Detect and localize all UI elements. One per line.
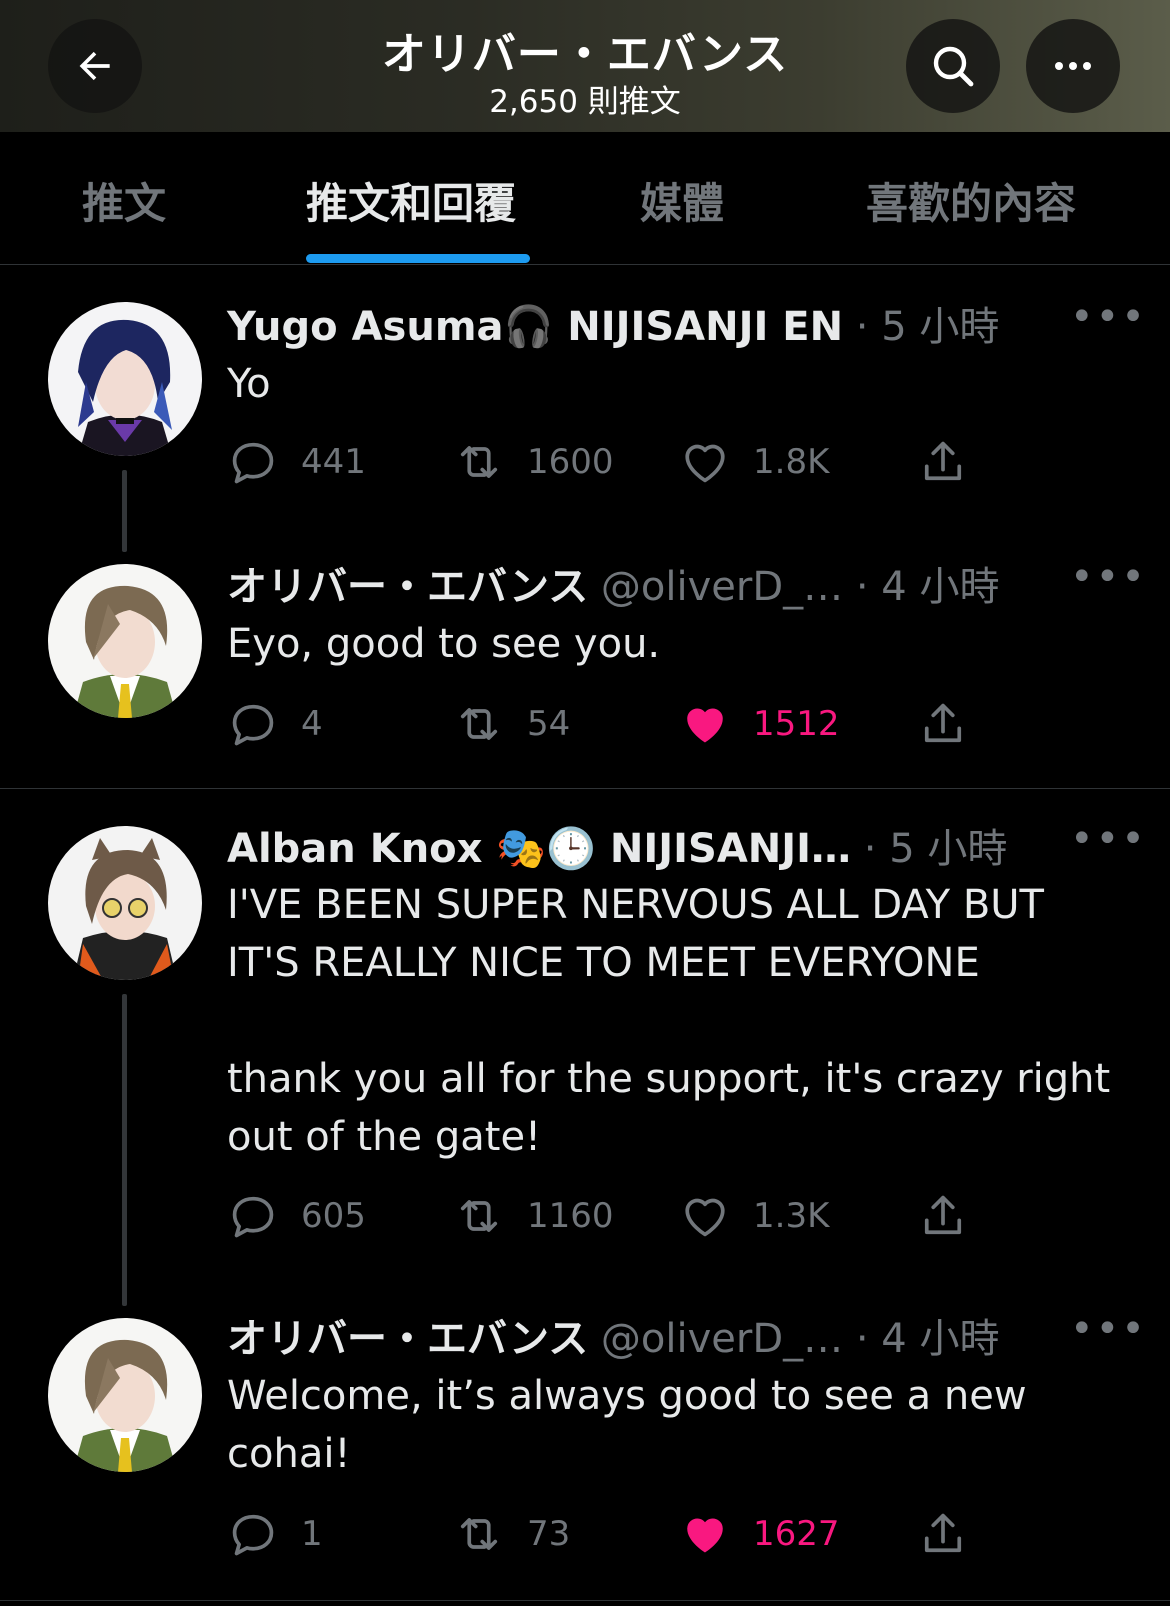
tweet-text: Yo xyxy=(227,361,271,407)
heart-icon xyxy=(679,1190,731,1242)
reply-button[interactable]: 1 xyxy=(227,1506,323,1562)
thread-divider xyxy=(0,1600,1170,1601)
display-name[interactable]: Alban Knox 🎭🕒 NIJISANJI… xyxy=(227,826,851,872)
tab-tweets-and-replies[interactable]: 推文和回覆 xyxy=(306,170,516,231)
thread-divider xyxy=(0,788,1170,789)
share-icon xyxy=(917,698,969,750)
heart-icon xyxy=(679,436,731,488)
search-icon xyxy=(933,46,974,87)
tweet-text: Welcome, it’s always good to see a new c… xyxy=(227,1373,1040,1477)
reply-count: 4 xyxy=(301,704,323,744)
display-name[interactable]: オリバー・エバンス xyxy=(227,1316,588,1362)
retweet-icon xyxy=(453,1190,505,1242)
thread-line xyxy=(122,994,127,1306)
reply-button[interactable]: 605 xyxy=(227,1188,366,1244)
avatar-oliver[interactable] xyxy=(48,564,202,718)
retweet-count: 1160 xyxy=(527,1196,614,1236)
like-button[interactable]: 1512 xyxy=(679,696,840,752)
profile-header: オリバー・エバンス 2,650 則推文 xyxy=(0,0,1170,132)
share-button[interactable] xyxy=(917,434,969,490)
more-icon xyxy=(1055,62,1091,70)
tweet-header[interactable]: Alban Knox 🎭🕒 NIJISANJI… · 5 小時 xyxy=(227,816,1007,874)
like-button[interactable]: 1627 xyxy=(679,1506,840,1562)
tweet-more-icon[interactable]: ••• xyxy=(1070,1306,1147,1352)
tweet-meta: @oliverD_… · 4 小時 xyxy=(588,564,1000,610)
avatar-alban[interactable] xyxy=(48,826,202,980)
like-button[interactable]: 1.8K xyxy=(679,434,829,490)
share-button[interactable] xyxy=(917,1188,969,1244)
reply-button[interactable]: 4 xyxy=(227,696,323,752)
profile-tabs: 推文 推文和回覆 媒體 喜歡的內容 xyxy=(0,132,1170,265)
like-count: 1512 xyxy=(753,704,840,744)
thread-line xyxy=(122,470,127,552)
reply-count: 1 xyxy=(301,1514,323,1554)
tweet-header[interactable]: オリバー・エバンス @oliverD_… · 4 小時 xyxy=(227,1306,999,1364)
tweet-more-icon[interactable]: ••• xyxy=(1070,554,1147,600)
heart-filled-icon xyxy=(679,1508,731,1560)
reply-icon xyxy=(227,1190,279,1242)
tweet-more-icon[interactable]: ••• xyxy=(1070,294,1147,340)
retweet-icon xyxy=(453,1508,505,1560)
like-count: 1.8K xyxy=(753,442,830,482)
more-button[interactable] xyxy=(1026,19,1120,113)
reply-count: 605 xyxy=(301,1196,366,1236)
active-tab-indicator xyxy=(306,254,530,263)
tab-media[interactable]: 媒體 xyxy=(640,170,724,231)
share-button[interactable] xyxy=(917,1506,969,1562)
share-button[interactable] xyxy=(917,696,969,752)
display-name[interactable]: オリバー・エバンス xyxy=(227,564,588,610)
avatar-oliver[interactable] xyxy=(48,1318,202,1472)
share-icon xyxy=(917,1508,969,1560)
tweet-text: I'VE BEEN SUPER NERVOUS ALL DAY BUT IT'S… xyxy=(227,882,1111,1160)
retweet-button[interactable]: 54 xyxy=(453,696,570,752)
retweet-icon xyxy=(453,436,505,488)
search-button[interactable] xyxy=(906,19,1000,113)
tweet-meta: @oliverD_… · 4 小時 xyxy=(588,1316,1000,1362)
retweet-button[interactable]: 1160 xyxy=(453,1188,614,1244)
tweet-header[interactable]: Yugo Asuma🎧 NIJISANJI EN · 5 小時 xyxy=(227,294,999,352)
retweet-icon xyxy=(453,698,505,750)
tab-tweets[interactable]: 推文 xyxy=(82,170,166,231)
share-icon xyxy=(917,1190,969,1242)
retweet-count: 54 xyxy=(527,704,571,744)
retweet-count: 73 xyxy=(527,1514,571,1554)
tweet-meta: · 5 小時 xyxy=(843,304,1000,350)
share-icon xyxy=(917,436,969,488)
tweet-more-icon[interactable]: ••• xyxy=(1070,816,1147,862)
like-button[interactable]: 1.3K xyxy=(679,1188,829,1244)
reply-count: 441 xyxy=(301,442,366,482)
tweet-text: Eyo, good to see you. xyxy=(227,621,661,667)
tab-likes[interactable]: 喜歡的內容 xyxy=(866,170,1076,231)
display-name[interactable]: Yugo Asuma🎧 NIJISANJI EN xyxy=(227,304,843,350)
tweet-meta: · 5 小時 xyxy=(851,826,1008,872)
tweet-header[interactable]: オリバー・エバンス @oliverD_… · 4 小時 xyxy=(227,554,999,612)
like-count: 1627 xyxy=(753,1514,840,1554)
reply-icon xyxy=(227,436,279,488)
retweet-button[interactable]: 73 xyxy=(453,1506,570,1562)
heart-filled-icon xyxy=(679,698,731,750)
reply-icon xyxy=(227,1508,279,1560)
retweet-button[interactable]: 1600 xyxy=(453,434,614,490)
avatar-yugo[interactable] xyxy=(48,302,202,456)
like-count: 1.3K xyxy=(753,1196,830,1236)
reply-icon xyxy=(227,698,279,750)
retweet-count: 1600 xyxy=(527,442,614,482)
reply-button[interactable]: 441 xyxy=(227,434,366,490)
